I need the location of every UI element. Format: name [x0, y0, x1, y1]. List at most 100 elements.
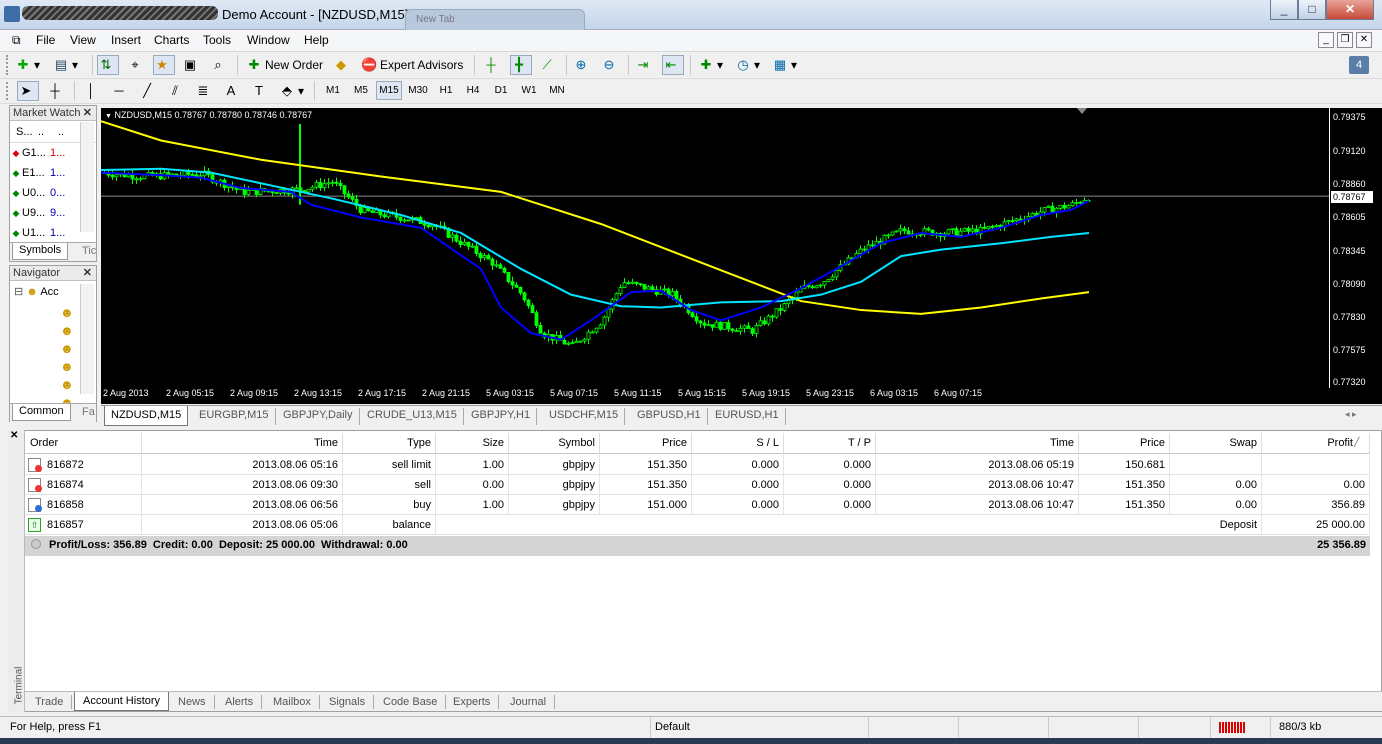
- community-icon[interactable]: 4: [1349, 56, 1369, 74]
- column-close-price[interactable]: Price: [1079, 433, 1170, 453]
- chart-tab-nzdusd[interactable]: NZDUSD,M15: [104, 406, 189, 426]
- column-time[interactable]: Time: [142, 433, 343, 453]
- data-window-toggle[interactable]: ⌖: [126, 55, 148, 75]
- tf-m1[interactable]: M1: [321, 81, 345, 100]
- chart-shift-marker[interactable]: [1077, 108, 1087, 114]
- metaeditor-button[interactable]: ◆: [332, 55, 354, 75]
- zoom-out-button[interactable]: ⊖: [600, 55, 622, 75]
- table-row[interactable]: 816874 2013.08.06 09:30 sell 0.00 gbpjpy…: [25, 475, 1370, 495]
- account-icons[interactable]: ☻☻☻☻☻☻: [60, 304, 74, 412]
- new-order-button[interactable]: ✚ New Order: [245, 55, 327, 75]
- tf-m30[interactable]: M30: [405, 81, 431, 100]
- tab-news[interactable]: News: [170, 695, 215, 709]
- templates-button[interactable]: ▦ ▾: [771, 55, 805, 75]
- navigator-root[interactable]: ⊟ ☻ Acc: [14, 285, 59, 298]
- tab-code-base[interactable]: Code Base: [375, 695, 447, 709]
- text-tool[interactable]: A: [222, 81, 244, 101]
- tf-mn[interactable]: MN: [544, 81, 570, 100]
- tab-trade[interactable]: Trade: [27, 695, 73, 709]
- menu-insert[interactable]: Insert: [111, 33, 141, 47]
- tf-h1[interactable]: H1: [434, 81, 458, 100]
- menu-view[interactable]: View: [70, 33, 96, 47]
- tab-common[interactable]: Common: [12, 404, 71, 421]
- chart-tab-crude[interactable]: CRUDE_U13,M15: [361, 408, 464, 425]
- balance-row[interactable]: 816857 ⇧ 2013.08.06 05:06 balance Deposi…: [25, 515, 1370, 535]
- tf-w1[interactable]: W1: [517, 81, 541, 100]
- profiles-button[interactable]: ▤ ▾: [52, 55, 88, 75]
- chart-tab-eurgbp[interactable]: EURGBP,M15: [193, 408, 276, 425]
- auto-scroll-button[interactable]: ⇥: [634, 55, 656, 75]
- candlestick-button[interactable]: ╋: [510, 55, 532, 75]
- periods-button[interactable]: ◷ ▾: [734, 55, 768, 75]
- close-button[interactable]: ✕: [1326, 0, 1374, 20]
- bar-chart-button[interactable]: ┼: [482, 55, 504, 75]
- price-chart[interactable]: ▼ NZDUSD,M15 0.78767 0.78780 0.78746 0.7…: [101, 108, 1329, 404]
- mdi-child-icon[interactable]: ⧉: [12, 33, 21, 48]
- mdi-minimize-button[interactable]: _: [1318, 32, 1334, 48]
- menu-tools[interactable]: Tools: [203, 33, 231, 47]
- new-chart-button[interactable]: ✚ ▾: [14, 55, 48, 75]
- zoom-in-button[interactable]: ⊕: [572, 55, 594, 75]
- tab-account-history[interactable]: Account History: [74, 692, 170, 711]
- text-label-tool[interactable]: T: [250, 81, 272, 101]
- mdi-close-button[interactable]: ✕: [1356, 32, 1372, 48]
- maximize-button[interactable]: □: [1298, 0, 1326, 20]
- strategy-tester-toggle[interactable]: ⌕: [209, 55, 231, 75]
- tf-d1[interactable]: D1: [489, 81, 513, 100]
- menu-charts[interactable]: Charts: [154, 33, 189, 47]
- chart-tab-gbpusd[interactable]: GBPUSD,H1: [631, 408, 708, 425]
- connection-indicator[interactable]: [1210, 717, 1270, 739]
- cursor-tool[interactable]: ➤: [17, 81, 39, 101]
- table-row[interactable]: 816858 2013.08.06 06:56 buy 1.00 gbpjpy …: [25, 495, 1370, 515]
- tab-alerts[interactable]: Alerts: [217, 695, 263, 709]
- column-size[interactable]: Size: [436, 433, 509, 453]
- tf-m5[interactable]: M5: [349, 81, 373, 100]
- column-ask[interactable]: ..: [58, 126, 78, 138]
- column-symbol[interactable]: Symbol: [509, 433, 600, 453]
- market-watch-scrollbar[interactable]: [80, 122, 94, 232]
- column-sl[interactable]: S / L: [692, 433, 784, 453]
- vertical-line-tool[interactable]: │: [82, 81, 104, 101]
- close-icon[interactable]: ✕: [10, 430, 18, 441]
- column-bid[interactable]: ..: [38, 126, 58, 138]
- menu-window[interactable]: Window: [247, 33, 290, 47]
- menu-file[interactable]: File: [36, 33, 55, 47]
- tab-scroll-arrows[interactable]: ◂ ▸: [1345, 409, 1357, 420]
- market-watch-toggle[interactable]: ⇅: [97, 55, 119, 75]
- equidistant-channel-tool[interactable]: ⫽: [166, 81, 188, 101]
- chart-tab-usdchf[interactable]: USDCHF,M15: [543, 408, 626, 425]
- tab-favorites[interactable]: Fa: [82, 406, 95, 418]
- close-icon[interactable]: ✕: [83, 106, 92, 120]
- chart-shift-button[interactable]: ⇤: [662, 55, 684, 75]
- tf-m15[interactable]: M15: [376, 81, 402, 100]
- table-row[interactable]: 816872 2013.08.06 05:16 sell limit 1.00 …: [25, 455, 1370, 475]
- tab-journal[interactable]: Journal: [502, 695, 556, 709]
- expert-advisors-button[interactable]: ⛔ Expert Advisors: [360, 55, 466, 75]
- tab-signals[interactable]: Signals: [321, 695, 375, 709]
- line-chart-button[interactable]: ⟋: [538, 55, 560, 75]
- menu-help[interactable]: Help: [304, 33, 329, 47]
- chart-tab-eurusd[interactable]: EURUSD,H1: [709, 408, 786, 425]
- chart-tab-gbpjpy-daily[interactable]: GBPJPY,Daily: [277, 408, 360, 425]
- trendline-tool[interactable]: ╱: [138, 81, 160, 101]
- navigator-toggle[interactable]: ★: [153, 55, 175, 75]
- column-tp[interactable]: T / P: [784, 433, 876, 453]
- tab-symbols[interactable]: Symbols: [12, 243, 69, 260]
- status-profile[interactable]: Default: [650, 717, 868, 739]
- column-price[interactable]: Price: [600, 433, 692, 453]
- navigator-scrollbar[interactable]: [80, 284, 94, 394]
- minimize-button[interactable]: _: [1270, 0, 1298, 20]
- column-symbol[interactable]: S...: [10, 126, 38, 138]
- tab-experts[interactable]: Experts: [445, 695, 500, 709]
- terminal-toggle[interactable]: ▣: [181, 55, 203, 75]
- arrows-tool[interactable]: ⬘ ▾: [278, 81, 308, 101]
- crosshair-tool[interactable]: ┼: [46, 81, 68, 101]
- tf-h4[interactable]: H4: [461, 81, 485, 100]
- mdi-restore-button[interactable]: ❐: [1337, 32, 1353, 48]
- column-order[interactable]: Order: [25, 433, 142, 453]
- horizontal-line-tool[interactable]: ─: [110, 81, 132, 101]
- fibonacci-tool[interactable]: ≣: [194, 81, 216, 101]
- column-swap[interactable]: Swap: [1170, 433, 1262, 453]
- tab-mailbox[interactable]: Mailbox: [265, 695, 320, 709]
- column-type[interactable]: Type: [343, 433, 436, 453]
